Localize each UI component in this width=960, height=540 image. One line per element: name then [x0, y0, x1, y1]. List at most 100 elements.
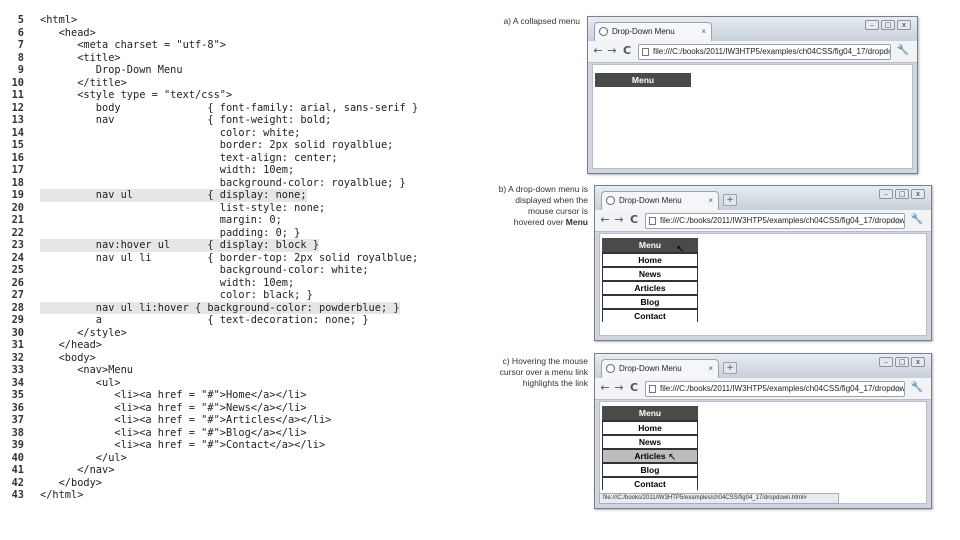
maximize-button[interactable]: □	[881, 20, 895, 30]
code-text: <head>	[40, 26, 96, 39]
close-window-button[interactable]: x	[911, 189, 925, 199]
minimize-button[interactable]: –	[879, 189, 893, 199]
back-icon[interactable]: ←	[599, 213, 611, 226]
browser-window-c: Drop-Down Menu × + – □ x ← → C file:///C…	[594, 353, 932, 509]
menu-link-blog[interactable]: Blog	[603, 294, 697, 308]
line-number: 39	[11, 439, 24, 451]
maximize-button[interactable]: □	[895, 357, 909, 367]
address-bar[interactable]: file:///C:/books/2011/IW3HTP5/examples/c…	[645, 213, 905, 229]
wrench-icon[interactable]: 🔧	[911, 214, 923, 225]
code-line: 42 </body>	[8, 477, 478, 490]
reload-icon[interactable]: C	[628, 381, 640, 394]
menu-link-articles[interactable]: Articles	[603, 280, 697, 294]
menu-link-news[interactable]: News	[603, 434, 697, 448]
code-line: 32 <body>	[8, 352, 478, 365]
line-number: 36	[11, 401, 24, 414]
code-line: 13 nav { font-weight: bold;	[8, 114, 478, 127]
code-line: 11 <style type = "text/css">	[8, 89, 478, 102]
code-text: Drop-Down Menu	[40, 64, 183, 76]
line-number: 38	[11, 426, 24, 439]
code-line: 9 Drop-Down Menu	[8, 64, 478, 77]
browser-tab[interactable]: Drop-Down Menu ×	[601, 359, 719, 378]
line-number: 19	[11, 189, 24, 201]
nav-menu[interactable]: Menu	[595, 73, 691, 87]
browser-tab[interactable]: Drop-Down Menu ×	[601, 191, 719, 210]
close-tab-icon[interactable]: ×	[701, 23, 706, 40]
bookmark-star-icon[interactable]: ☆	[894, 214, 902, 228]
forward-icon[interactable]: →	[606, 44, 618, 57]
menu-link-blog[interactable]: Blog	[603, 462, 697, 476]
menu-header[interactable]: Menu	[602, 406, 698, 420]
close-tab-icon[interactable]: ×	[708, 192, 713, 209]
browser-toolbar: ← → C file:///C:/books/2011/IW3HTP5/exam…	[588, 41, 917, 63]
title-bar: Drop-Down Menu × – □ x	[588, 17, 917, 41]
back-icon[interactable]: ←	[599, 381, 611, 394]
minimize-button[interactable]: –	[879, 357, 893, 367]
code-line: 34 <ul>	[8, 377, 478, 390]
new-tab-button[interactable]: +	[723, 194, 737, 206]
code-text: text-align: center;	[40, 151, 338, 164]
menu-header[interactable]: Menu	[595, 73, 691, 87]
forward-icon[interactable]: →	[613, 213, 625, 226]
menu-link-contact[interactable]: Contact	[603, 476, 697, 490]
code-text: body { font-family: arial, sans-serif }	[40, 101, 419, 114]
code-line: 26 width: 10em;	[8, 277, 478, 290]
code-text: <li><a href = "#">Blog</a></li>	[40, 426, 307, 439]
forward-icon[interactable]: →	[613, 381, 625, 394]
menu-link-articles[interactable]: Articles	[603, 448, 697, 462]
tab-title: Drop-Down Menu	[612, 27, 675, 36]
browser-tab[interactable]: Drop-Down Menu ×	[594, 22, 712, 41]
browser-toolbar: ← → C file:///C:/books/2011/IW3HTP5/exam…	[595, 378, 931, 400]
line-number: 29	[11, 314, 24, 326]
url-text: file:///C:/books/2011/IW3HTP5/examples/c…	[660, 216, 905, 225]
line-number: 14	[11, 126, 24, 139]
tab-title: Drop-Down Menu	[619, 196, 682, 205]
line-number: 5	[17, 14, 24, 26]
code-text: width: 10em;	[40, 164, 295, 176]
code-line: 35 <li><a href = "#">Home</a></li>	[8, 389, 478, 402]
code-text: background-color: royalblue; }	[40, 176, 406, 189]
line-number: 43	[11, 489, 24, 501]
bookmark-star-icon[interactable]: ☆	[894, 382, 902, 396]
close-tab-icon[interactable]: ×	[708, 360, 713, 377]
line-number: 40	[11, 451, 24, 464]
new-tab-button[interactable]: +	[723, 362, 737, 374]
close-window-button[interactable]: x	[897, 20, 911, 30]
code-line: 29 a { text-decoration: none; }	[8, 314, 478, 327]
menu-link-news[interactable]: News	[603, 266, 697, 280]
title-bar: Drop-Down Menu × + – □ x	[595, 354, 931, 378]
address-bar[interactable]: file:///C:/books/2011/IW3HTP5/examples/c…	[645, 381, 905, 397]
maximize-button[interactable]: □	[895, 189, 909, 199]
address-bar[interactable]: file:///C:/books/2011/IW3HTP5/examples/c…	[638, 44, 891, 60]
line-number: 18	[11, 176, 24, 189]
menu-link-home[interactable]: Home	[603, 420, 697, 434]
back-icon[interactable]: ←	[592, 44, 604, 57]
reload-icon[interactable]: C	[621, 44, 633, 57]
menu-link-contact[interactable]: Contact	[603, 308, 697, 322]
browser-window-a: Drop-Down Menu × – □ x ← → C file:///C:/…	[587, 16, 918, 174]
window-controls: – □ x	[879, 357, 925, 367]
code-text: <li><a href = "#">Contact</a></li>	[40, 439, 326, 451]
code-text: <ul>	[40, 376, 121, 389]
nav-menu[interactable]: Menu Home News Articles Blog Contact	[602, 406, 698, 490]
wrench-icon[interactable]: 🔧	[897, 45, 909, 56]
minimize-button[interactable]: –	[865, 20, 879, 30]
line-number: 31	[11, 339, 24, 351]
code-line: 12 body { font-family: arial, sans-serif…	[8, 102, 478, 115]
tab-title: Drop-Down Menu	[619, 364, 682, 373]
page-viewport: Menu Home News Articles Blog Contact ↖	[599, 401, 927, 504]
page-viewport: Menu	[592, 64, 913, 169]
code-text: <meta charset = "utf-8">	[40, 39, 226, 51]
code-line: 24 nav ul li { border-top: 2px solid roy…	[8, 252, 478, 265]
line-number: 17	[11, 164, 24, 176]
wrench-icon[interactable]: 🔧	[911, 382, 923, 393]
reload-icon[interactable]: C	[628, 213, 640, 226]
line-number: 8	[17, 51, 24, 64]
close-window-button[interactable]: x	[911, 357, 925, 367]
code-line: 14 color: white;	[8, 127, 478, 140]
page-viewport: Menu Home News Articles Blog Contact ↖	[599, 233, 927, 336]
code-text: <style type = "text/css">	[40, 89, 233, 101]
line-number: 28	[11, 301, 24, 314]
line-number: 37	[11, 414, 24, 426]
line-number: 21	[11, 214, 24, 226]
